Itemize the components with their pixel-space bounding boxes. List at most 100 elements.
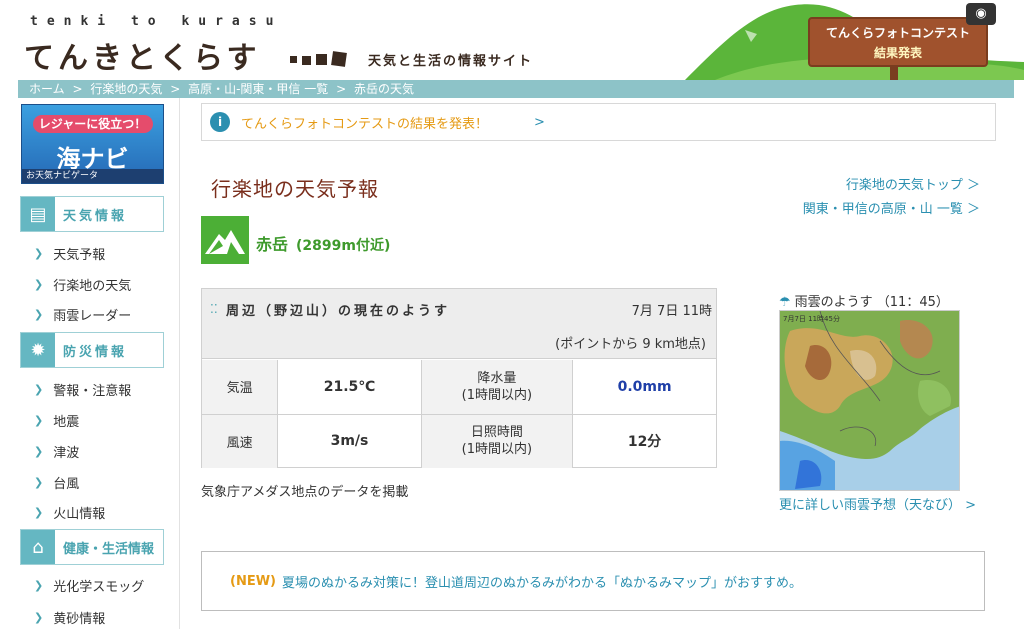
observation-header: ⁚⁚ 周辺（野辺山）の現在のようす 7月 7日 11時 (ポイントから 9 km… [202,289,716,359]
breadcrumb-home[interactable]: ホーム [29,82,65,96]
observation-date: 7月 7日 11時 [631,304,712,319]
page-title: 行楽地の天気予報 [211,177,379,201]
umbrella-icon: ☂ [779,295,791,310]
related-links: 行楽地の天気トップ ＞ 関東・甲信の高原・山 一覧 ＞ [803,174,980,222]
logo-squares-decoration [290,50,350,70]
sidebar-item-volcano[interactable]: ❯ 火山情報 [34,503,105,522]
breadcrumb-separator: > [72,82,83,96]
section-title: 防災情報 [63,344,128,360]
section-weather-info[interactable]: ▤ 天気情報 [20,196,164,232]
breadcrumb: ホーム > 行楽地の天気 > 高原・山-関東・甲信 一覧 > 赤岳の天気 [18,80,1014,98]
banner-top-text: レジャーに役立つ！ [32,115,153,133]
observation-title: 周辺（野辺山）の現在のようす [226,304,451,319]
precip-label-line2: (1時間以内) [461,387,533,403]
sidebar-item-yellow-sand[interactable]: ❯ 黄砂情報 [34,608,105,627]
sidebar-item-label: 津波 [53,446,80,461]
observation-panel: ⁚⁚ 周辺（野辺山）の現在のようす 7月 7日 11時 (ポイントから 9 km… [201,288,717,468]
chevron-right-icon: ❯ [34,506,44,519]
new-badge: (NEW) [230,573,276,589]
peak-name: 赤岳 (2899m付近) [256,231,390,255]
sidebar-item-label: 行楽地の天気 [53,279,132,294]
promo-line-2: 結果発表 [873,46,922,60]
rain-forecast-link[interactable]: 更に詳しい雨雲予想（天なび） > [779,494,976,513]
sidebar-item-smog[interactable]: ❯ 光化学スモッグ [34,576,144,595]
house-icon: ⌂ [21,530,55,564]
wind-label: 風速 [202,413,279,468]
info-icon: i [210,112,230,132]
sidebar-item-forecast[interactable]: ❯ 天気予報 [34,244,105,263]
amedas-note: 気象庁アメダス地点のデータを掲載 [201,485,409,500]
section-title: 天気情報 [63,208,128,224]
chevron-right-icon: > [534,114,545,130]
chevron-right-icon: ❯ [34,308,44,321]
sidebar-item-label: 台風 [53,477,80,492]
chevron-right-icon: ❯ [34,414,44,427]
site-tagline: 天気と生活の情報サイト [368,54,534,69]
chevron-right-icon: ❯ [34,611,44,624]
sign-post [890,66,898,80]
sunshine-label-line1: 日照時間 [470,425,523,441]
sidebar-item-label: 天気予報 [53,248,106,263]
link-kanto-list[interactable]: 関東・甲信の高原・山 一覧 ＞ [803,198,980,222]
rain-map-timestamp: 7月7日 11時45分 [783,315,840,323]
observation-table: 気温 21.5℃ 降水量 (1時間以内) 0.0mm 風速 3m/s 日照時間 (1… [202,360,716,468]
breadcrumb-separator: > [170,82,181,96]
wind-value: 3m/s [277,413,422,468]
chevron-right-icon: ❯ [34,476,44,489]
sidebar-item-earthquake[interactable]: ❯ 地震 [34,411,79,430]
site-logo[interactable]: てんきとくらす [24,33,261,77]
logo-roman-text[interactable]: tenki to kurasu [30,14,282,29]
sidebar: レジャーに役立つ！ 海ナビ お天気ナビゲータ ▤ 天気情報 ❯ 天気予報 ❯ 行楽地… [18,98,180,629]
chevron-right-icon: ❯ [34,383,44,396]
photo-contest-banner[interactable]: てんくらフォトコンテスト 結果発表 [808,17,988,67]
weather-info-icon: ▤ [21,197,55,231]
table-row: 風速 3m/s 日照時間 (1時間以内) 12分 [202,413,716,468]
precip-label: 降水量 (1時間以内) [421,360,574,414]
sidebar-item-radar[interactable]: ❯ 雨雲レーダー [34,305,131,324]
terrain-map-image [780,311,959,490]
camera-icon: ◉ [966,3,996,25]
banner-foot-text: お天気ナビゲータ [22,169,163,183]
sunshine-label: 日照時間 (1時間以内) [421,413,574,468]
sidebar-item-label: 黄砂情報 [53,612,106,627]
dots-icon: ⁚⁚ [210,302,218,316]
section-disaster-info[interactable]: ✹ 防災情報 [20,332,164,368]
sidebar-item-tsunami[interactable]: ❯ 津波 [34,442,79,461]
link-leisure-top[interactable]: 行楽地の天気トップ ＞ [803,174,980,198]
sunshine-label-line2: (1時間以内) [461,442,533,458]
sidebar-item-label: 光化学スモッグ [53,580,145,595]
breadcrumb-kanto-mountains[interactable]: 高原・山-関東・甲信 一覧 [188,82,328,96]
sidebar-item-label: 雨雲レーダー [53,309,132,324]
umi-navi-banner[interactable]: レジャーに役立つ！ 海ナビ お天気ナビゲータ [21,104,164,184]
news-link[interactable]: 夏場のぬかるみ対策に！登山道周辺のぬかるみがわかる「ぬかるみマップ」がおすすめ。 [282,572,802,591]
sidebar-item-leisure[interactable]: ❯ 行楽地の天気 [34,275,131,294]
section-title: 健康・生活情報 [63,541,155,557]
chevron-right-icon: ❯ [34,247,44,260]
peak-altitude: (2899m付近) [296,238,391,254]
observation-point: (ポイントから 9 km地点) [555,337,706,352]
sidebar-item-typhoon[interactable]: ❯ 台風 [34,473,79,492]
sunshine-value: 12分 [572,413,716,468]
temp-label: 気温 [202,360,279,414]
mountain-icon [201,216,249,264]
burst-icon: ✹ [21,333,55,367]
precip-value: 0.0mm [617,378,672,395]
promo-line-1: てんくらフォトコンテスト [825,26,970,40]
rain-title-text: 雨雲のようす （11：45） [794,295,949,310]
section-health-info[interactable]: ⌂ 健康・生活情報 [20,529,164,565]
breadcrumb-leisure-weather[interactable]: 行楽地の天気 [90,82,162,96]
rain-cloud-map[interactable]: 7月7日 11時45分 [779,310,960,491]
peak-title: 赤岳 [256,235,289,254]
site-header: tenki to kurasu てんきとくらす 天気と生活の情報サイト てんくら… [0,0,1024,80]
news-box[interactable]: (NEW) 夏場のぬかるみ対策に！登山道周辺のぬかるみがわかる「ぬかるみマップ」… [201,551,985,611]
sidebar-item-warnings[interactable]: ❯ 警報・注意報 [34,380,131,399]
sidebar-item-label: 警報・注意報 [53,384,132,399]
sidebar-item-label: 火山情報 [53,507,106,522]
breadcrumb-separator: > [336,82,347,96]
notice-bar[interactable]: i てんくらフォトコンテストの結果を発表！ > [201,103,996,141]
table-row: 気温 21.5℃ 降水量 (1時間以内) 0.0mm [202,360,716,414]
chevron-right-icon: ❯ [34,445,44,458]
breadcrumb-current: 赤岳の天気 [353,82,414,96]
rain-cloud-title: ☂ 雨雲のようす （11：45） [779,291,949,310]
precip-label-line1: 降水量 [477,370,517,386]
